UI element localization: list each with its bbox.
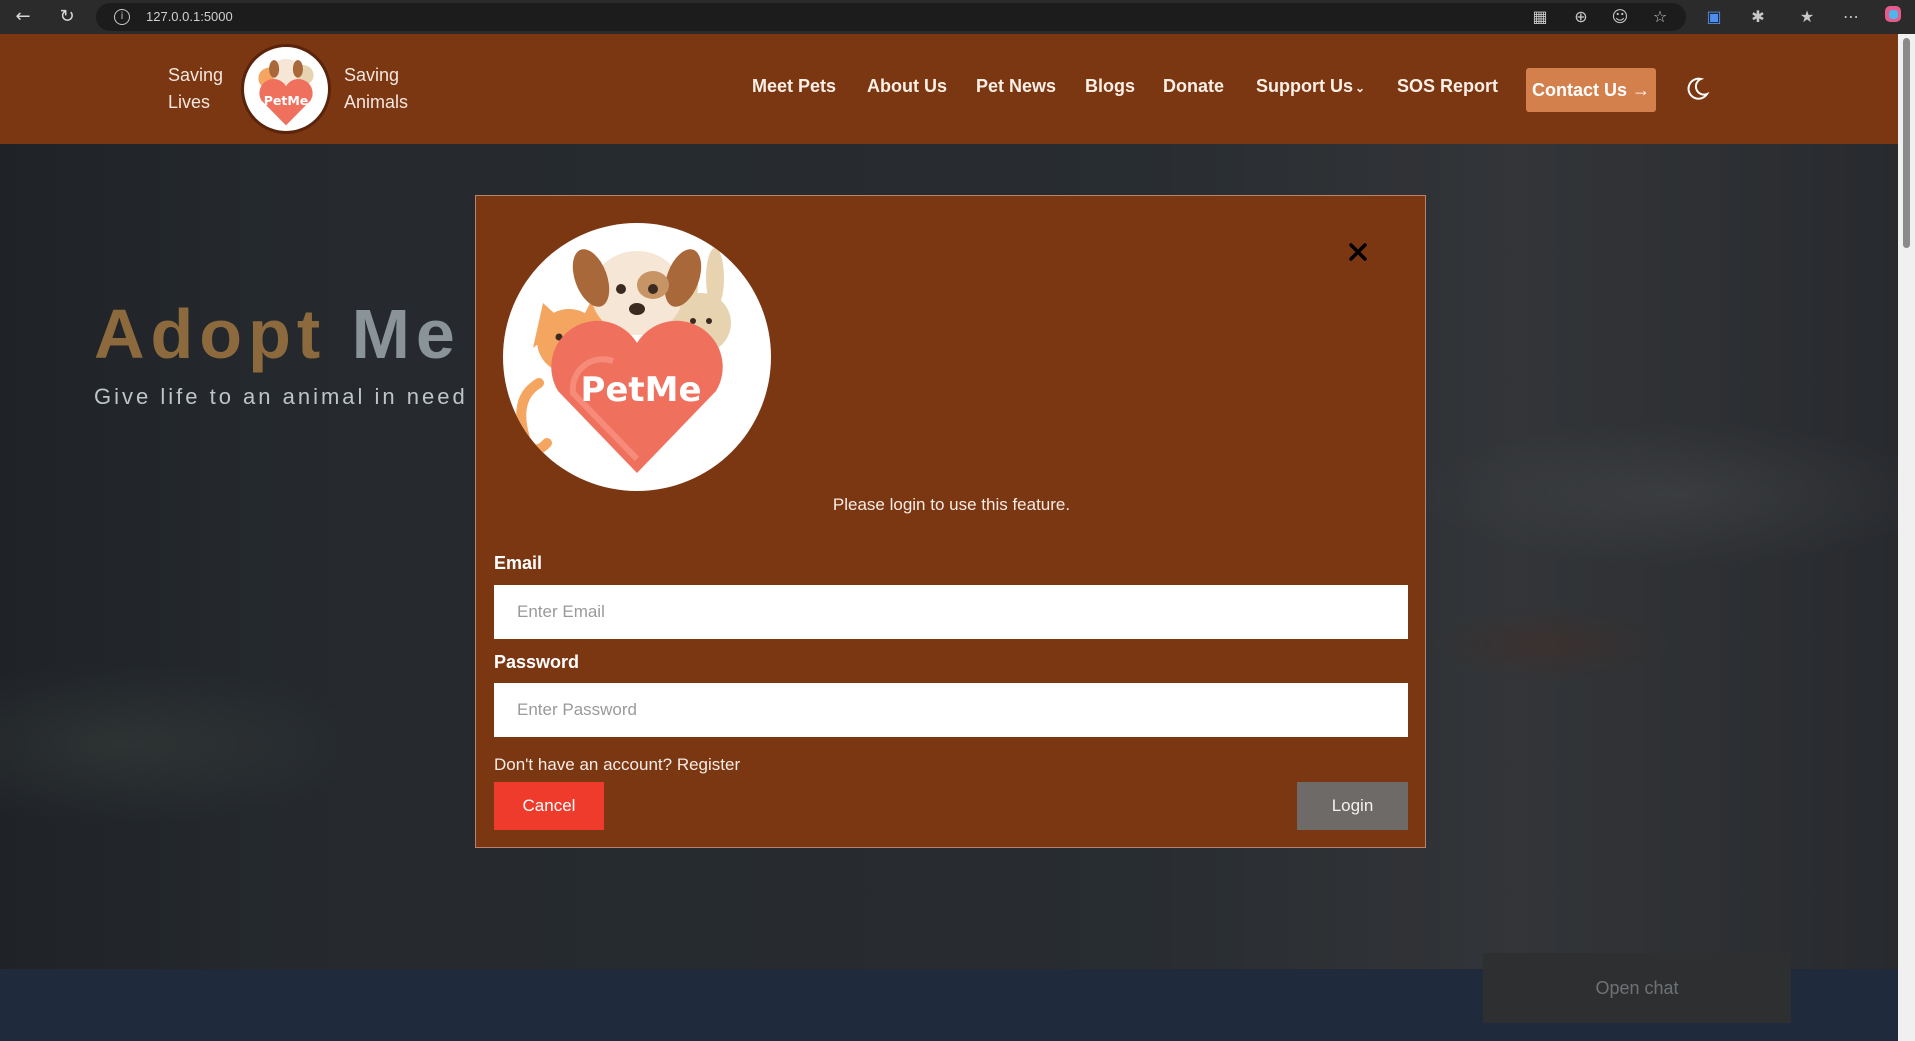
address-bar[interactable]: i 127.0.0.1:5000: [96, 3, 1686, 31]
page-scrollbar[interactable]: [1898, 34, 1915, 1041]
contact-us-label: Contact Us: [1531, 80, 1627, 100]
brand-left-line1: Saving: [168, 65, 224, 85]
arrow-right-icon: →: [1632, 80, 1651, 100]
register-link[interactable]: Don't have an account? Register: [494, 755, 740, 775]
browser-toolbar: ← ↻ i 127.0.0.1:5000 ▦ ⊕ ☺ ☆ ▣ ✱ ★ ⋯: [0, 0, 1915, 34]
back-icon[interactable]: ←: [10, 4, 36, 30]
nav-sos-report[interactable]: SOS Report: [1397, 76, 1498, 97]
email-field[interactable]: [494, 585, 1408, 639]
brand-right-line1: Saving: [344, 65, 400, 85]
brand-tagline-left: Saving Lives: [168, 62, 223, 116]
favorite-star-icon[interactable]: ☆: [1647, 4, 1673, 30]
password-field[interactable]: [494, 683, 1408, 737]
nav-pet-news[interactable]: Pet News: [976, 76, 1056, 97]
chevron-down-icon: ⌄: [1355, 81, 1366, 95]
hero-subtitle: Give life to an animal in need: [94, 384, 468, 409]
copilot-icon[interactable]: [1880, 4, 1906, 30]
cancel-button[interactable]: Cancel: [494, 782, 604, 830]
scrollbar-thumb[interactable]: [1903, 38, 1910, 248]
login-modal: PetMe Please login to use this feature. …: [475, 195, 1426, 848]
site-logo[interactable]: PetMe: [241, 44, 331, 134]
petme-logo: PetMe: [503, 223, 771, 491]
nav-support-us[interactable]: Support Us ⌄: [1256, 76, 1365, 97]
reload-icon[interactable]: ↻: [54, 4, 80, 30]
apps-icon[interactable]: ▦: [1527, 4, 1553, 30]
brand-left-line2: Lives: [168, 92, 211, 112]
nav-about-us[interactable]: About Us: [867, 76, 947, 97]
login-button[interactable]: Login: [1297, 782, 1408, 830]
url-text: 127.0.0.1:5000: [146, 9, 233, 24]
nav-blogs[interactable]: Blogs: [1085, 76, 1135, 97]
contact-us-button[interactable]: Contact Us →: [1526, 68, 1656, 112]
open-chat-button[interactable]: Open chat: [1483, 953, 1791, 1023]
favorites-icon[interactable]: ★: [1794, 4, 1820, 30]
support-us-label: Support Us: [1256, 76, 1353, 96]
hero-title-part2: Me: [351, 295, 461, 373]
nav-donate[interactable]: Donate: [1163, 76, 1224, 97]
extensions-icon[interactable]: ✱: [1745, 4, 1771, 30]
emoji-icon[interactable]: ☺: [1607, 4, 1633, 30]
email-label: Email: [494, 553, 543, 573]
password-label: Password: [494, 652, 580, 672]
brand-tagline-right: Saving Animals: [344, 62, 408, 116]
dark-mode-moon-icon[interactable]: [1684, 76, 1710, 102]
hero-title-part1: Adopt: [94, 295, 327, 373]
nav-meet-pets[interactable]: Meet Pets: [752, 76, 836, 97]
site-header: Saving Lives PetMe Saving Animals Meet P…: [0, 34, 1898, 144]
close-icon[interactable]: [1344, 238, 1372, 266]
site-info-icon[interactable]: i: [114, 9, 130, 25]
login-message: Please login to use this feature.: [832, 495, 1071, 514]
logo-text: PetMe: [264, 93, 309, 108]
hero-title: Adopt Me: [94, 294, 461, 374]
modal-logo-text: PetMe: [580, 370, 701, 410]
brand-right-line2: Animals: [344, 92, 409, 112]
more-icon[interactable]: ⋯: [1838, 4, 1864, 30]
screenshot-icon[interactable]: ▣: [1701, 4, 1727, 30]
zoom-icon[interactable]: ⊕: [1568, 4, 1594, 30]
